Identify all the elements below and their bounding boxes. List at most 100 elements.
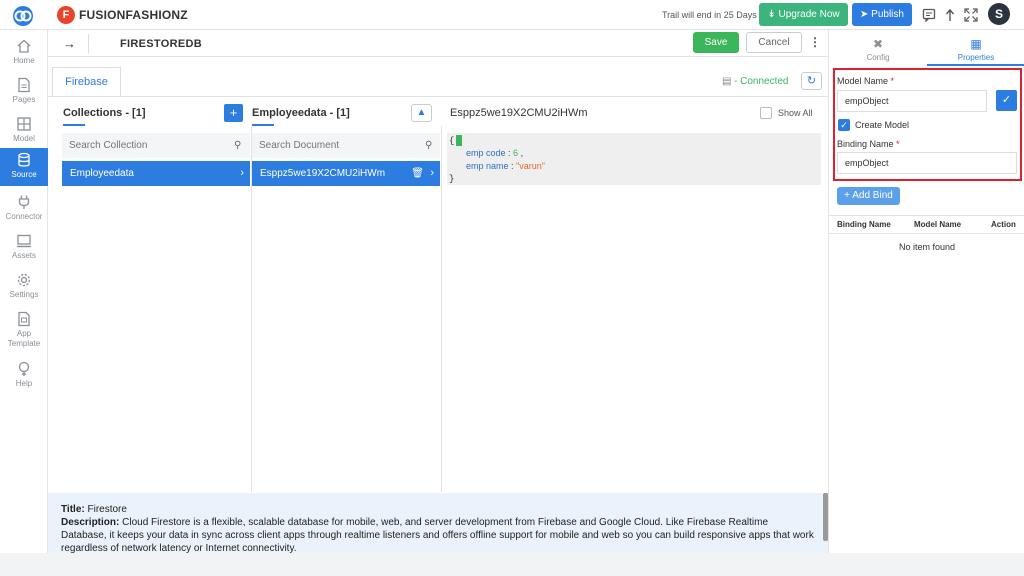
gear-icon (17, 273, 31, 287)
json-value: "varun" (516, 161, 545, 171)
checkmark-icon: ✓ (1001, 94, 1012, 106)
trial-text: Trail will end in 25 Days (662, 10, 757, 20)
title-value: Firestore (87, 504, 127, 515)
collection-list-item[interactable]: Employeedata › (62, 161, 250, 186)
connection-status: - Connected (734, 76, 789, 87)
sidebar-item-connector[interactable]: Connector (0, 190, 48, 228)
fullscreen-icon[interactable] (964, 8, 978, 22)
collection-name: Employeedata (70, 168, 134, 179)
model-name-input[interactable] (837, 90, 987, 112)
description-label: Description: (61, 517, 120, 528)
send-icon: ➤ (860, 9, 869, 20)
upgrade-label: Upgrade Now (778, 9, 840, 20)
show-all-checkbox[interactable] (760, 107, 772, 119)
sidebar-item-source[interactable]: Source (0, 148, 48, 186)
publish-label: Publish (871, 9, 904, 20)
database-icon: ▤ (722, 76, 732, 87)
clipboard-icon: ▦ (970, 37, 982, 51)
plus-icon: + (844, 190, 850, 201)
tab-firebase[interactable]: Firebase (52, 67, 121, 96)
json-key: emp code (466, 148, 506, 158)
sidebar-item-settings[interactable]: Settings (0, 268, 48, 306)
search-document-input[interactable] (252, 133, 440, 158)
add-bind-button[interactable]: + Add Bind (837, 187, 900, 205)
template-icon (18, 311, 30, 327)
empty-state-text: No item found (898, 242, 956, 252)
documents-underline (252, 124, 274, 126)
tab-label: Properties (957, 53, 995, 62)
create-model-checkbox[interactable]: ✓ (838, 119, 850, 131)
model-name-label: Model Name * (837, 76, 894, 86)
description-text: Cloud Firestore is a flexible, scalable … (61, 517, 814, 553)
sidebar-item-app-template[interactable]: App Template (0, 307, 48, 353)
collections-underline (63, 124, 85, 126)
sidebar-item-pages[interactable]: Pages (0, 73, 48, 111)
upgrade-icon: ↡ (767, 9, 776, 20)
properties-panel: ✖ Config ▦ Properties Model Name * ✓ ✓ C… (828, 30, 1024, 553)
page-title: FIRESTOREDB (120, 38, 202, 50)
description-panel: Title: Firestore Description: Cloud Fire… (48, 493, 828, 553)
json-suffix: , (518, 148, 524, 158)
sidebar-item-label: Model (13, 134, 35, 143)
tab-divider (48, 96, 828, 97)
arrow-right-icon[interactable]: → (63, 36, 76, 51)
pages-icon (18, 77, 30, 93)
monitor-icon (17, 234, 31, 248)
refresh-icon: ↻ (806, 75, 817, 87)
confirm-model-button[interactable]: ✓ (996, 90, 1017, 111)
document-list-item[interactable]: Esppz5we19X2CMU2iHWm 🗑 › (252, 161, 440, 186)
save-button[interactable]: Save (693, 32, 739, 53)
sidebar-item-label: Settings (9, 290, 39, 299)
binding-name-label-text: Binding Name (837, 139, 894, 149)
show-all-label: Show All (778, 108, 813, 118)
document-id: Esppz5we19X2CMU2iHWm (260, 168, 386, 179)
checkmark-icon: ✓ (840, 120, 848, 130)
sidebar-item-label: Pages (12, 95, 36, 104)
divider (88, 34, 89, 53)
tab-config[interactable]: ✖ Config (829, 30, 927, 66)
app-logo: F (57, 6, 75, 24)
add-bind-label: Add Bind (852, 190, 893, 201)
sidebar-item-label: Source (11, 170, 37, 179)
user-avatar[interactable]: S (988, 3, 1010, 25)
database-icon (18, 152, 30, 167)
document-heading: Esppz5we19X2CMU2iHWm (450, 107, 588, 119)
json-key: emp name (466, 161, 509, 171)
bindings-table-header: Binding Name Model Name Action (829, 215, 1024, 234)
sidebar-item-help[interactable]: Help (0, 357, 48, 395)
more-options-icon[interactable]: ⋮ (809, 35, 821, 49)
sidebar-item-label: Home (13, 56, 35, 65)
main-panel: Firebase ▤ - Connected ↻ Collections - [… (48, 57, 828, 493)
sidebar-item-assets[interactable]: Assets (0, 229, 48, 267)
column-header-model-name: Model Name (914, 220, 962, 229)
share-icon[interactable] (943, 8, 957, 22)
create-model-label: Create Model (855, 120, 910, 130)
app-name: FUSIONFASHIONZ (79, 8, 188, 22)
sidebar: Home Pages Model Source Connector Assets… (0, 30, 48, 576)
filter-button[interactable]: ▲ (411, 104, 432, 122)
trash-icon[interactable]: 🗑 (411, 161, 424, 186)
refresh-button[interactable]: ↻ (801, 72, 822, 90)
chevron-right-icon: › (430, 167, 434, 179)
text-cursor (456, 135, 463, 146)
editor-header: → FIRESTOREDB Save Cancel ⋮ (48, 30, 828, 57)
sidebar-item-model[interactable]: Model (0, 112, 48, 150)
json-editor[interactable]: { emp code : 6 , emp name : "varun" } (447, 133, 821, 185)
documents-heading: Employeedata - [1] (252, 107, 350, 119)
upgrade-button[interactable]: ↡ Upgrade Now (759, 3, 848, 26)
sidebar-item-home[interactable]: Home (0, 34, 48, 72)
required-mark: * (896, 139, 900, 149)
json-close-brace: } (449, 174, 455, 184)
publish-button[interactable]: ➤ Publish (852, 3, 912, 26)
search-icon: ⚲ (234, 140, 242, 151)
cancel-button[interactable]: Cancel (746, 32, 802, 53)
binding-name-input[interactable] (837, 152, 1017, 174)
brand-logo-icon[interactable] (12, 5, 34, 27)
tab-properties[interactable]: ▦ Properties (927, 30, 1024, 66)
add-collection-button[interactable]: + (224, 104, 243, 122)
comment-icon[interactable] (922, 8, 936, 22)
search-collection-input[interactable] (62, 133, 250, 158)
binding-name-label: Binding Name * (837, 139, 900, 149)
title-label: Title: (61, 504, 85, 515)
required-mark: * (890, 76, 895, 86)
